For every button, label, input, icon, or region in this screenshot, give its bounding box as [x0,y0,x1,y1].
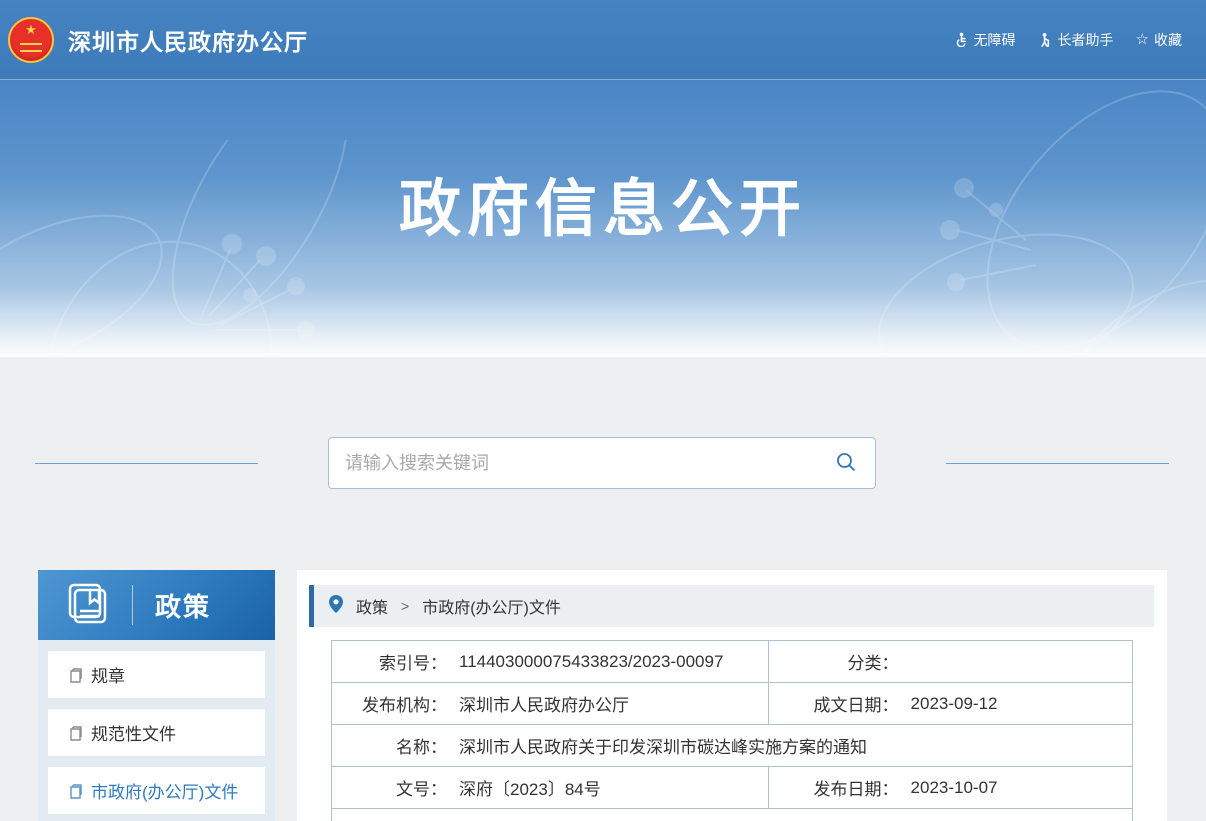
accessibility-label: 无障碍 [974,30,1016,50]
document-number-value: 深府〔2023〕84号 [459,775,601,800]
category-cell: 分类： [768,641,1132,683]
index-number-cell: 索引号： 114403000075433823/2023-00097 [332,641,769,683]
table-row: 名称： 深圳市人民政府关于印发深圳市碳达峰实施方案的通知 [332,725,1133,767]
national-emblem-logo: ★ [8,17,54,63]
content-area: 政策 规章 规范性文件 市政府(办公厅)文件 政策 > [0,570,1206,821]
location-pin-icon [329,595,343,618]
breadcrumb-current[interactable]: 市政府(办公厅)文件 [422,594,561,618]
publish-date-value: 2023-10-07 [911,778,998,798]
breadcrumb-root[interactable]: 政策 [356,594,388,618]
search-section [0,357,1206,489]
document-name-value: 深圳市人民政府关于印发深圳市碳达峰实施方案的通知 [459,733,867,758]
emblem-star-icon: ★ [25,23,37,36]
elder-person-icon [1038,32,1053,47]
issuing-agency-value: 深圳市人民政府办公厅 [459,691,629,716]
policy-sidebar: 政策 规章 规范性文件 市政府(办公厅)文件 [38,570,275,821]
publish-date-label: 发布日期： [769,775,899,800]
search-button[interactable] [833,449,859,478]
written-date-cell: 成文日期： 2023-09-12 [768,683,1132,725]
document-name-label: 名称： [332,733,447,758]
issuing-agency-cell: 发布机构： 深圳市人民政府办公厅 [332,683,769,725]
elder-helper-link[interactable]: 长者助手 [1038,30,1114,50]
sidebar-title: 政策 [155,587,211,624]
sidebar-item-label: 规范性文件 [91,720,176,745]
category-label: 分类： [769,649,899,674]
elder-helper-label: 长者助手 [1058,30,1114,50]
table-row: 文号： 深府〔2023〕84号 发布日期： 2023-10-07 [332,767,1133,809]
written-date-value: 2023-09-12 [911,694,998,714]
table-row: 索引号： 114403000075433823/2023-00097 分类： [332,641,1133,683]
site-logo-home-link[interactable]: ★ 深圳市人民政府办公厅 [8,17,308,63]
document-name-cell: 名称： 深圳市人民政府关于印发深圳市碳达峰实施方案的通知 [332,725,1133,767]
top-header-bar: ★ 深圳市人民政府办公厅 无障碍 长者助手 ☆ 收藏 [0,0,1206,80]
accessibility-icon [954,32,969,47]
emblem-gate-icon [20,43,42,52]
document-detail-panel: 政策 > 市政府(办公厅)文件 索引号： 114403000075433823/… [297,570,1167,821]
partial-row-cell [332,809,1133,821]
book-icon [64,581,110,630]
site-title: 深圳市人民政府办公厅 [68,23,308,57]
sidebar-header-divider [132,585,133,625]
right-decor-line [946,463,1169,464]
page-banner: 政府信息公开 [0,80,1206,357]
index-number-value: 114403000075433823/2023-00097 [459,652,723,672]
search-box [328,437,876,489]
document-metadata-table: 索引号： 114403000075433823/2023-00097 分类： [331,640,1133,821]
table-row-partial [332,809,1133,821]
breadcrumb-separator: > [401,598,409,614]
sidebar-header: 政策 [38,570,275,640]
accessibility-link[interactable]: 无障碍 [954,30,1016,50]
sidebar-item-regulations[interactable]: 规章 [48,651,265,698]
sidebar-item-normative-documents[interactable]: 规范性文件 [48,709,265,756]
sidebar-item-municipal-government-documents[interactable]: 市政府(办公厅)文件 [48,767,265,814]
document-number-cell: 文号： 深府〔2023〕84号 [332,767,769,809]
page-title: 政府信息公开 [0,80,1206,248]
sidebar-item-label: 市政府(办公厅)文件 [91,778,238,803]
index-number-label: 索引号： [332,649,447,674]
written-date-label: 成文日期： [769,691,899,716]
favorite-link[interactable]: ☆ 收藏 [1136,30,1182,50]
table-row: 发布机构： 深圳市人民政府办公厅 成文日期： 2023-09-12 [332,683,1133,725]
search-icon [835,451,857,476]
publish-date-cell: 发布日期： 2023-10-07 [768,767,1132,809]
top-utility-links: 无障碍 长者助手 ☆ 收藏 [954,30,1182,50]
star-icon: ☆ [1136,32,1149,47]
left-decor-line [35,463,258,464]
sidebar-item-label: 规章 [91,662,125,687]
document-number-label: 文号： [332,775,447,800]
issuing-agency-label: 发布机构： [332,691,447,716]
favorite-label: 收藏 [1154,30,1182,50]
page-body: 政策 规章 规范性文件 市政府(办公厅)文件 政策 > [0,357,1206,821]
breadcrumb: 政策 > 市政府(办公厅)文件 [309,585,1154,627]
search-input[interactable] [345,453,833,474]
